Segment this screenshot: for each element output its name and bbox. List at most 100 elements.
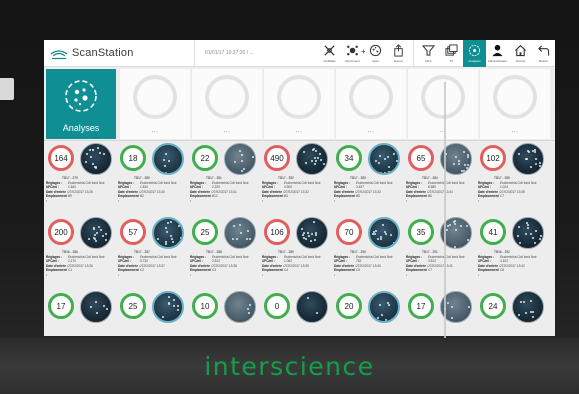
colony-dot <box>157 237 160 240</box>
analysis-slot[interactable]: ... <box>336 69 406 139</box>
petri-dish-image[interactable] <box>296 143 328 175</box>
petri-dish-image[interactable] <box>80 217 112 249</box>
back-button[interactable]: Retour <box>532 40 555 67</box>
result-details: TB17 - 280 Réglages : Escherichia Coli fon… <box>118 176 190 204</box>
petri-dish-image[interactable] <box>80 143 112 175</box>
petri-dish-image[interactable] <box>512 217 544 249</box>
result-card[interactable]: 41 TB16 - 292 Réglages : Escherichia Coli f… <box>478 217 550 287</box>
petri-dish-image[interactable] <box>152 217 184 249</box>
petri-dish-image[interactable] <box>296 291 328 323</box>
result-card[interactable]: 22 TB17 - 281 Réglages : Escherichia Coli f… <box>190 143 262 213</box>
analysis-slot[interactable]: ... <box>480 69 550 139</box>
admin-user-button[interactable]: Administrateur <box>486 40 509 67</box>
petri-dish-image[interactable] <box>152 143 184 175</box>
colony-dot <box>383 171 386 173</box>
emplacement-value: B4 <box>284 194 288 199</box>
petri-dish-image[interactable] <box>224 217 256 249</box>
colony-dot <box>519 300 522 303</box>
export-button[interactable]: Export <box>387 40 410 67</box>
result-card[interactable]: 106 TB17 - 289 Réglages : Escherichia Coli … <box>262 217 334 287</box>
colony-count-badge: 490 <box>264 145 290 171</box>
result-card[interactable]: 164 TB17 - 279 Réglages : Escherichia Coli … <box>46 143 118 213</box>
result-card[interactable]: 35 TB17 - 291 Réglages : Escherichia Coli f… <box>406 217 478 287</box>
petri-dish-image[interactable] <box>512 291 544 323</box>
result-card[interactable]: 102 TB17 - 285 Réglages : Escherichia Coli … <box>478 143 550 213</box>
result-card[interactable]: 20 <box>334 291 406 336</box>
result-card[interactable]: 65 TB17 - 284 Réglages : Escherichia Coli f… <box>406 143 478 213</box>
petri-dish-image[interactable] <box>80 291 112 323</box>
filter-icon <box>422 45 435 56</box>
analyses-tab-button[interactable]: Analyses <box>463 40 486 67</box>
colony-dot <box>314 162 316 165</box>
result-card[interactable]: 57 TB17 - 287 Réglages : Escherichia Coli f… <box>118 217 190 287</box>
petri-dish-image[interactable] <box>368 143 400 175</box>
colony-dot <box>303 231 306 234</box>
colony-dot <box>311 160 314 163</box>
result-card[interactable]: 10 <box>190 291 262 336</box>
colony-dot <box>538 165 541 167</box>
colony-dot <box>518 314 521 316</box>
petri-dish-image[interactable] <box>368 291 400 323</box>
colony-dot <box>162 159 165 161</box>
colony-dot <box>396 160 398 162</box>
date-filter-field[interactable]: 01/01/17 10:37:20 / ... <box>194 40 299 67</box>
result-card[interactable]: 17 <box>406 291 478 336</box>
verify-button[interactable]: Verifiable <box>318 40 341 67</box>
recount-icon <box>347 45 358 56</box>
emplacement-label: Emplacement : <box>478 194 499 203</box>
colony-dot <box>232 237 235 240</box>
colony-dot <box>90 306 92 309</box>
petri-dish-image[interactable] <box>152 291 184 323</box>
emplacement-value: B6 <box>428 194 432 199</box>
result-card[interactable]: 490 TB17 - 282 Réglages : Escherichia Coli … <box>262 143 334 213</box>
filter-button[interactable]: Filtre <box>417 40 440 67</box>
colony-dot <box>104 239 107 241</box>
add-colony-button[interactable]: + Ajout <box>361 40 387 67</box>
add-colony-icon <box>369 44 382 57</box>
colony-dot <box>313 156 316 159</box>
result-card[interactable]: 0 <box>262 291 334 336</box>
colony-dot <box>240 231 242 234</box>
analysis-slot[interactable]: ... <box>264 69 334 139</box>
colony-dot <box>451 306 454 309</box>
colony-dot <box>176 305 179 308</box>
petri-dish-image[interactable] <box>224 291 256 323</box>
colony-dot <box>524 232 527 235</box>
analyses-label: Analyses <box>62 123 100 133</box>
emplacement-value: C3 <box>212 268 217 273</box>
petri-dish-image[interactable] <box>296 217 328 249</box>
result-card[interactable]: 18 TB17 - 280 Réglages : Escherichia Coli f… <box>118 143 190 213</box>
petri-dish-image[interactable] <box>368 217 400 249</box>
emplacement-value: C2 <box>140 268 145 273</box>
colony-dot <box>247 312 250 315</box>
colony-dot <box>517 226 520 228</box>
analysis-slot[interactable]: ... <box>408 69 478 139</box>
result-card[interactable]: 24 <box>478 291 550 336</box>
add-label: Ajout <box>372 59 379 63</box>
result-card[interactable]: 25 TB17 - 288 Réglages : Escherichia Coli f… <box>190 217 262 287</box>
sort-button[interactable]: Tri <box>440 40 463 67</box>
result-card[interactable]: 34 TB17 - 283 Réglages : Escherichia Coli f… <box>334 143 406 213</box>
admin-user-icon <box>492 44 503 57</box>
colony-dot <box>392 242 395 245</box>
analyses-menu-tile[interactable]: Analyses <box>46 69 116 139</box>
result-card[interactable]: 25 <box>118 291 190 336</box>
result-card[interactable]: 200 TB16 - 286 Réglages : Escherichia Coli … <box>46 217 118 287</box>
colony-dot <box>90 155 92 158</box>
emplacement-label: Emplacement : <box>46 194 67 203</box>
analysis-slot[interactable]: ... <box>192 69 262 139</box>
colony-dot <box>383 158 386 161</box>
colony-dot <box>251 155 254 158</box>
colony-dot <box>311 148 314 151</box>
petri-dish-image[interactable] <box>512 143 544 175</box>
emplacement-label: Emplacement : <box>406 194 427 203</box>
result-card[interactable]: 17 <box>46 291 118 336</box>
result-card[interactable]: 70 TB17 - 290 Réglages : Escherichia Coli f… <box>334 217 406 287</box>
colony-dot <box>304 237 307 240</box>
home-button[interactable]: Accueil <box>509 40 532 67</box>
colony-dot <box>172 298 175 301</box>
analysis-slot[interactable]: ... <box>120 69 190 139</box>
colony-dot <box>88 149 91 152</box>
colony-dot <box>102 153 105 156</box>
petri-dish-image[interactable] <box>224 143 256 175</box>
